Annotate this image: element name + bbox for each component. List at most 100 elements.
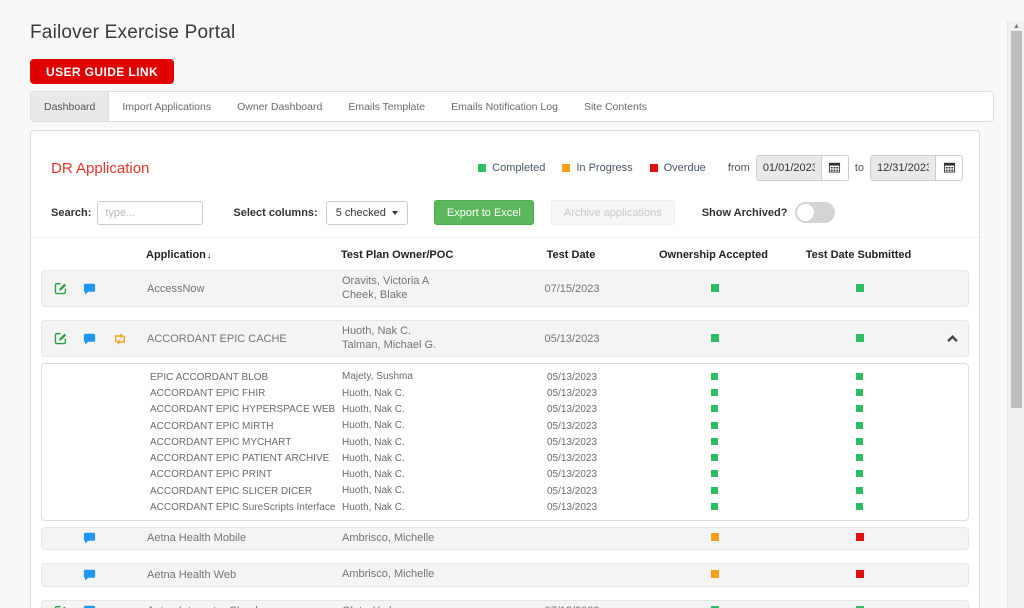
tab-owner-dashboard[interactable]: Owner Dashboard bbox=[224, 92, 335, 121]
legend-item-completed: Completed bbox=[478, 162, 545, 174]
owner-name: Huoth, Nak C. bbox=[342, 403, 405, 415]
child-table-row: ACCORDANT EPIC SureScripts Interface Huot… bbox=[42, 499, 968, 515]
application-name: ACCORDANT EPIC CACHE bbox=[147, 332, 287, 345]
calendar-icon bbox=[943, 161, 956, 176]
test-date-submitted-status-square bbox=[856, 421, 863, 429]
columns-dropdown[interactable]: 5 checked bbox=[325, 200, 408, 225]
owner-name: Majety, Sushma bbox=[342, 371, 413, 383]
test-date-submitted-cell bbox=[787, 502, 932, 513]
edit-icon[interactable] bbox=[54, 332, 67, 345]
to-calendar-button[interactable] bbox=[935, 156, 962, 180]
toggle-knob bbox=[797, 204, 815, 221]
collapse-chevron-icon[interactable] bbox=[932, 335, 972, 342]
page: Failover Exercise Portal USER GUIDE LINK… bbox=[0, 22, 1024, 608]
table-row: Aetna Health Web Ambrisco, Michelle bbox=[41, 563, 969, 587]
scroll-up-icon[interactable]: ▲ bbox=[1012, 23, 1021, 31]
to-date-input[interactable] bbox=[871, 156, 935, 180]
row-action-icons bbox=[42, 569, 142, 581]
column-header-ownership-accepted[interactable]: Ownership Accepted bbox=[641, 249, 786, 261]
owner-name: Talman, Michael G. bbox=[342, 338, 437, 351]
owner-name: Ambrisco, Michelle bbox=[342, 568, 435, 581]
from-calendar-button[interactable] bbox=[820, 156, 848, 180]
column-header-application[interactable]: Application↓ bbox=[141, 249, 341, 261]
test-date: 05/13/2023 bbox=[546, 469, 598, 481]
owner-name: Huoth, Nak C. bbox=[342, 469, 405, 481]
panel-heading: DR Application bbox=[51, 159, 150, 177]
test-plan-owner: Huoth, Nak C. bbox=[342, 501, 502, 515]
test-plan-owner: Majety, Sushma bbox=[342, 370, 502, 384]
sort-descending-icon: ↓ bbox=[206, 250, 212, 260]
test-date: 05/13/2023 bbox=[544, 332, 600, 345]
tab-site-contents[interactable]: Site Contents bbox=[571, 92, 660, 121]
ownership-accepted-status-square bbox=[711, 372, 718, 380]
test-date: 05/13/2023 bbox=[546, 485, 598, 497]
child-table-row: ACCORDANT EPIC PATIENT ARCHIVE Huoth, Nak… bbox=[42, 450, 968, 466]
to-date-group bbox=[870, 155, 963, 181]
legend-swatch bbox=[562, 164, 571, 172]
legend-label: Completed bbox=[492, 162, 546, 174]
column-header-test-plan-owner-poc[interactable]: Test Plan Owner/POC bbox=[341, 249, 501, 261]
expand-icon-slot bbox=[113, 532, 142, 544]
test-date: 05/13/2023 bbox=[546, 387, 598, 399]
test-date: 05/13/2023 bbox=[546, 453, 598, 465]
ownership-accepted-cell bbox=[642, 421, 787, 432]
test-date-submitted-status-square bbox=[855, 533, 864, 542]
column-header-test-date-submitted[interactable]: Test Date Submitted bbox=[786, 249, 931, 261]
row-action-icons bbox=[42, 532, 142, 544]
ownership-accepted-cell bbox=[642, 333, 787, 345]
ownership-accepted-status-square bbox=[711, 388, 718, 396]
comment-icon[interactable] bbox=[83, 283, 96, 295]
legend-label: Overdue bbox=[663, 162, 706, 174]
show-archived-toggle[interactable] bbox=[795, 202, 836, 223]
page-title: Failover Exercise Portal bbox=[30, 22, 236, 43]
edit-icon-slot bbox=[54, 282, 83, 295]
test-date-submitted-status-square bbox=[856, 405, 863, 413]
application-name: ACCORDANT EPIC PRINT bbox=[150, 469, 273, 481]
table-header: Application↓ Test Plan Owner/POC Test Date… bbox=[41, 238, 969, 270]
date-range: from to bbox=[728, 155, 963, 181]
user-guide-link-button[interactable]: USER GUIDE LINK bbox=[30, 59, 175, 84]
comment-icon[interactable] bbox=[83, 569, 96, 581]
comment-icon[interactable] bbox=[83, 532, 96, 544]
tab-dashboard[interactable]: Dashboard bbox=[31, 92, 110, 121]
from-date-input[interactable] bbox=[756, 156, 821, 180]
test-plan-owner: Huoth, Nak C. Talman, Michael G. bbox=[342, 325, 502, 352]
test-plan-owner: Huoth, Nak C. bbox=[342, 452, 502, 466]
calendar-icon bbox=[828, 161, 841, 176]
application-name: ACCORDANT EPIC SureScripts Interface bbox=[150, 502, 336, 514]
tab-emails-notification-log[interactable]: Emails Notification Log bbox=[438, 92, 571, 121]
archive-applications-button[interactable]: Archive applications bbox=[550, 200, 675, 225]
scrollbar-thumb[interactable] bbox=[1011, 31, 1022, 408]
test-date: 07/15/2023 bbox=[544, 282, 600, 295]
scrollbar: ▲ ▼ bbox=[1007, 22, 1024, 608]
child-table-row: ACCORDANT EPIC PRINT Huoth, Nak C. 05/13/2… bbox=[42, 467, 968, 483]
ownership-accepted-cell bbox=[642, 486, 787, 497]
test-plan-owner: Huoth, Nak C. bbox=[342, 419, 502, 433]
owner-name: Huoth, Nak C. bbox=[342, 436, 405, 448]
table-row: Aetna Integrator CloudOlety, Yadav07/13/… bbox=[41, 599, 969, 608]
column-header-test-date[interactable]: Test Date bbox=[501, 249, 641, 261]
chevron-down-icon bbox=[391, 210, 398, 215]
test-date-submitted-cell bbox=[787, 372, 932, 383]
tab-emails-template[interactable]: Emails Template bbox=[335, 92, 438, 121]
edit-icon-slot bbox=[54, 532, 83, 544]
column-header-label: Test Date bbox=[546, 249, 596, 261]
ownership-accepted-cell bbox=[642, 437, 787, 448]
search-input[interactable] bbox=[97, 200, 204, 225]
export-to-excel-button[interactable]: Export to Excel bbox=[433, 200, 534, 225]
comment-icon[interactable] bbox=[83, 333, 96, 345]
edit-icon-slot bbox=[54, 569, 83, 581]
expand-collapse-icon[interactable] bbox=[113, 332, 127, 345]
application-name: ACCORDANT EPIC HYPERSPACE WEB bbox=[150, 404, 336, 416]
test-date-submitted-status-square bbox=[856, 503, 863, 511]
application-name: ACCORDANT EPIC PATIENT ARCHIVE bbox=[150, 453, 330, 465]
table-body: AccessNow Oravits, Victoria A Cheek, Blake… bbox=[41, 270, 969, 608]
test-plan-owner: Huoth, Nak C. bbox=[342, 403, 502, 417]
edit-icon[interactable] bbox=[54, 282, 67, 295]
tab-import-applications[interactable]: Import Applications bbox=[109, 92, 224, 121]
test-plan-owner: Ambrisco, Michelle bbox=[342, 532, 502, 546]
ownership-accepted-cell bbox=[642, 569, 787, 581]
legend-item-overdue: Overdue bbox=[649, 162, 706, 174]
test-date-submitted-status-square bbox=[856, 437, 863, 445]
owner-name: Huoth, Nak C. bbox=[342, 501, 405, 513]
